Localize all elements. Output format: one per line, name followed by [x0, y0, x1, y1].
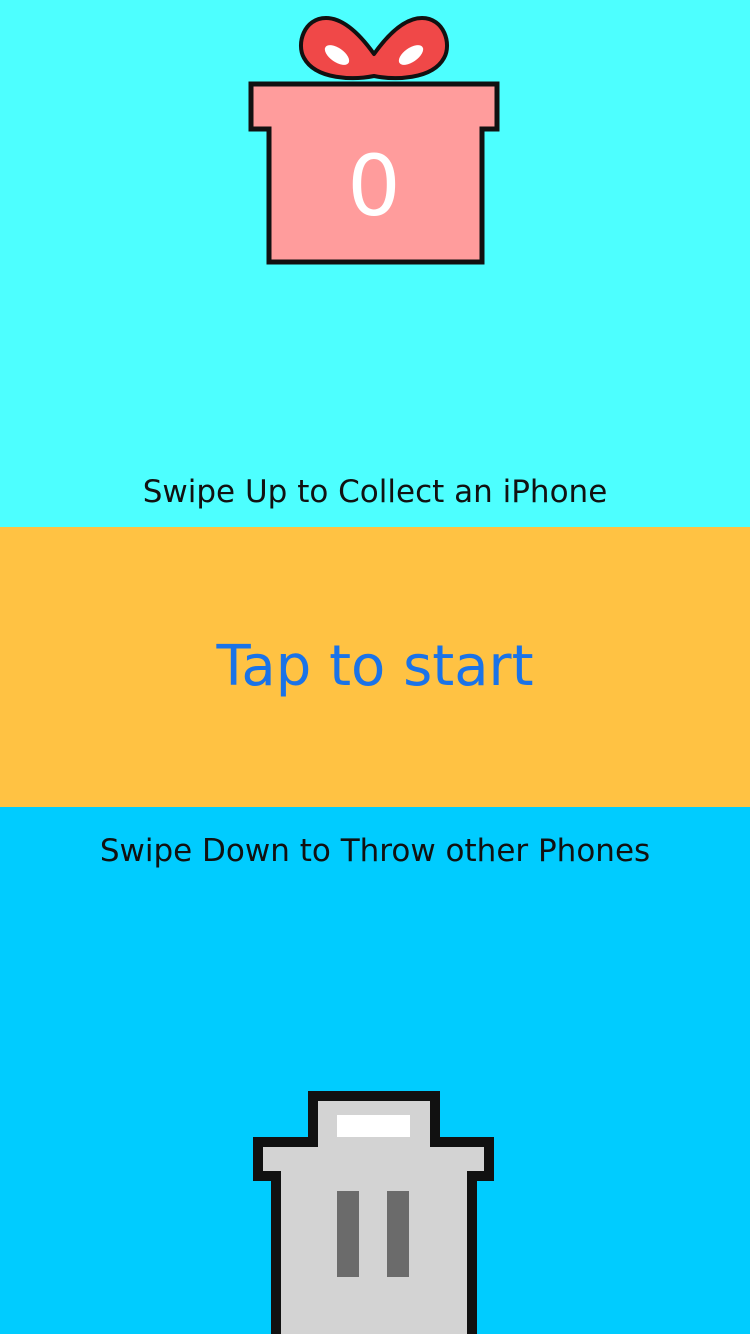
throw-zone[interactable]: Swipe Down to Throw other Phones [0, 807, 750, 1334]
game-screen[interactable]: 0 Swipe Up to Collect an iPhone Tap to s… [0, 0, 750, 1334]
trash-can [253, 1091, 495, 1334]
swipe-down-hint: Swipe Down to Throw other Phones [99, 833, 651, 869]
collect-zone[interactable]: 0 Swipe Up to Collect an iPhone [0, 0, 750, 527]
start-label: Tap to start [216, 634, 534, 699]
start-button[interactable]: Tap to start [0, 527, 750, 807]
gift-box: 0 [246, 14, 502, 268]
score-counter: 0 [347, 137, 401, 235]
swipe-up-hint: Swipe Up to Collect an iPhone [142, 474, 608, 510]
trash-can-icon [253, 1091, 494, 1334]
